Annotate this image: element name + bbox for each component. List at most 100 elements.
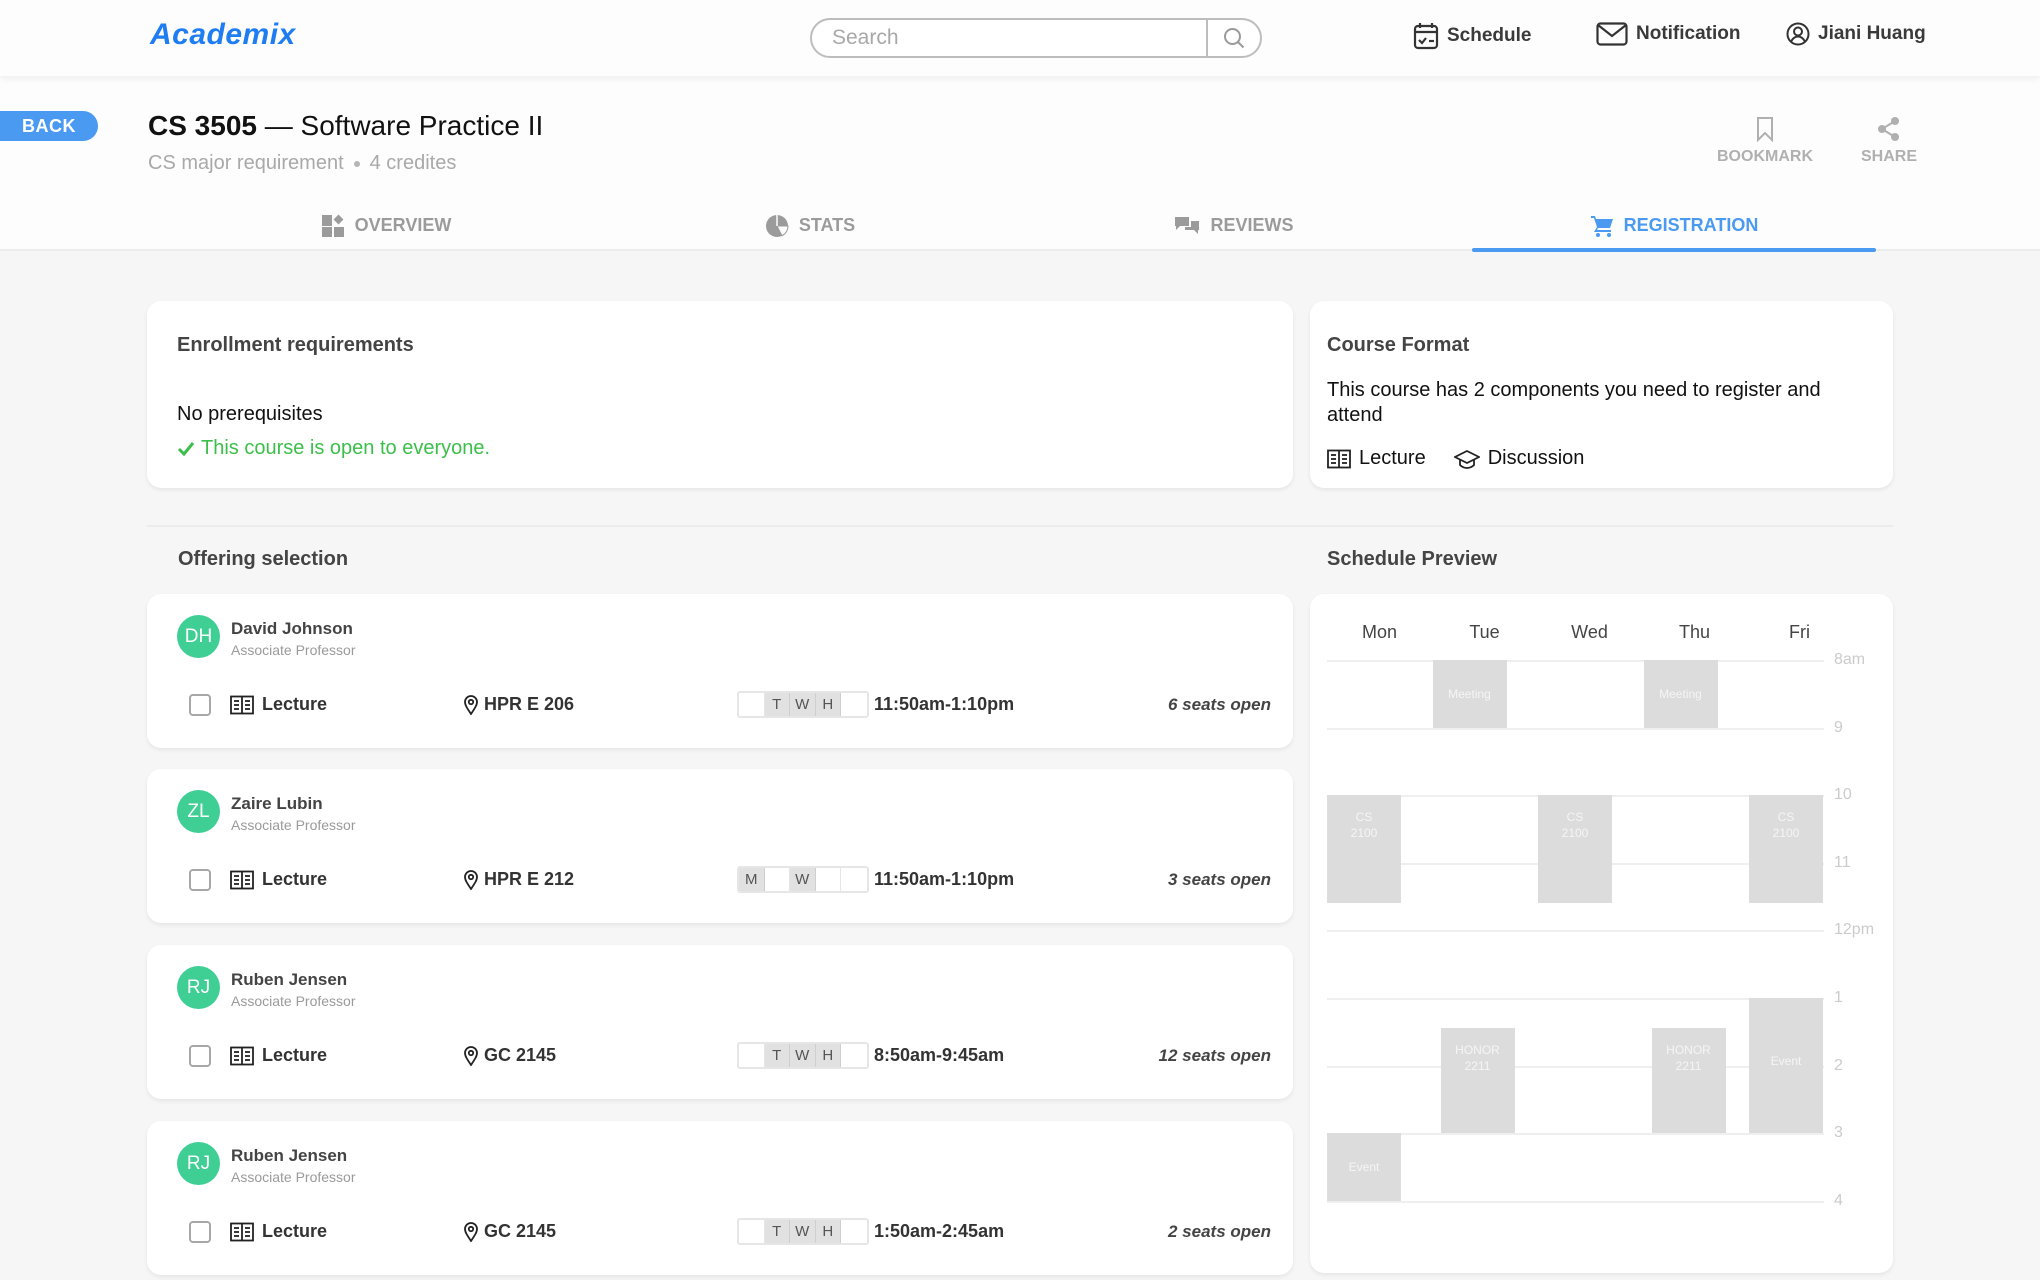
title-separator: — (256, 110, 301, 141)
offering-time: 1:50am-2:45am (874, 1221, 1005, 1241)
schedule-hour-label: 4 (1834, 1191, 1843, 1209)
envelope-icon (1596, 22, 1628, 46)
graduation-cap-icon (1453, 449, 1480, 469)
offering-type: Lecture (230, 869, 327, 890)
instructor-name[interactable]: Ruben Jensen (231, 970, 347, 990)
offering-type: Lecture (230, 1045, 327, 1066)
offering-type-label: Lecture (262, 1045, 328, 1065)
day-letter: H (822, 1047, 834, 1064)
day-cell-t: T (764, 693, 790, 716)
search-button[interactable] (1206, 20, 1260, 56)
component-lecture-label: Lecture (1359, 447, 1426, 469)
open-book-icon (230, 695, 254, 714)
schedule-day-header: Mon (1361, 622, 1397, 642)
course-meta: CS major requirement 4 credites (148, 152, 456, 175)
tab-overview-label: OVERVIEW (354, 215, 452, 235)
schedule-event-block[interactable]: Event (1749, 998, 1823, 1134)
map-pin-icon (464, 869, 478, 890)
tab-reviews[interactable]: REVIEWS (1084, 200, 1384, 251)
instructor-role: Associate Professor (231, 1169, 356, 1185)
tab-stats[interactable]: STATS (660, 200, 960, 251)
day-letter: W (795, 871, 810, 888)
schedule-hour-label: 1 (1834, 989, 1843, 1006)
instructor-avatar: DH (177, 615, 220, 658)
schedule-hour-label: 3 (1834, 1124, 1843, 1142)
tab-registration[interactable]: REGISTRATION (1472, 200, 1876, 252)
search-input[interactable] (812, 20, 1206, 56)
instructor-name[interactable]: Zaire Lubin (231, 794, 323, 814)
schedule-event-block[interactable]: Meeting (1432, 660, 1507, 728)
map-pin-icon (464, 1221, 478, 1242)
open-book-icon (1327, 449, 1351, 468)
day-cell-m: M (739, 868, 765, 891)
pie-chart-icon (765, 214, 789, 237)
instructor-name[interactable]: David Johnson (231, 619, 353, 639)
nav-schedule-label: Schedule (1447, 25, 1532, 46)
day-cell-w: W (790, 1220, 816, 1243)
day-cell-w: W (790, 693, 816, 716)
share-button[interactable]: SHARE (1861, 116, 1917, 166)
seats-open: 12 seats open (1158, 1046, 1271, 1065)
schedule-event-block[interactable]: HONOR 2211 (1651, 1028, 1726, 1134)
course-tabs: OVERVIEW STATS REVIEWS REGISTRATION (0, 200, 2040, 252)
cart-icon (1590, 215, 1613, 237)
schedule-hour-label: 11 (1834, 853, 1851, 871)
offering-row: Lecture HPR E 212 M W 11:50am-1:10pm 3 seats … (147, 865, 1293, 895)
offering-type: Lecture (230, 1221, 327, 1242)
offering-checkbox[interactable] (189, 1221, 211, 1243)
offering-type: Lecture (230, 694, 327, 715)
day-letter: H (822, 696, 834, 713)
nav-user-profile[interactable]: Jiani Huang (1786, 22, 1926, 46)
offering-location-label: GC 2145 (484, 1045, 557, 1065)
offering-checkbox[interactable] (189, 694, 211, 716)
schedule-event-block[interactable]: CS 2100 (1538, 795, 1612, 904)
search-icon (1224, 28, 1245, 49)
nav-notification[interactable]: Notification (1596, 22, 1741, 46)
app-logo[interactable]: Academix (150, 18, 296, 52)
component-discussion-label: Discussion (1487, 447, 1585, 469)
schedule-hour-label: 8am (1834, 651, 1866, 668)
meta-separator-dot (353, 160, 360, 167)
back-button[interactable]: BACK (0, 111, 98, 141)
day-cell-t: T (764, 1044, 790, 1067)
course-header: BACK CS 3505 — Software Practice II CS m… (0, 76, 2040, 252)
offering-checkbox[interactable] (189, 869, 211, 891)
schedule-day-header: Thu (1678, 622, 1711, 642)
offering-selection-title: Offering selection (178, 548, 349, 570)
dashboard-icon (321, 214, 344, 237)
tab-overview[interactable]: OVERVIEW (236, 200, 536, 251)
bookmark-button[interactable]: BOOKMARK (1717, 116, 1813, 166)
schedule-day-header: Wed (1571, 622, 1608, 642)
schedule-event-block[interactable]: CS 2100 (1327, 795, 1401, 904)
day-cell-h: H (815, 1220, 841, 1243)
nav-schedule[interactable]: Schedule (1413, 22, 1531, 50)
day-cell-h: H (815, 693, 841, 716)
instructor-avatar: RJ (177, 1142, 220, 1185)
course-code: CS 3505 (148, 110, 257, 141)
course-format-description: This course has 2 components you need to… (1327, 379, 1821, 426)
offering-type-label: Lecture (262, 1221, 328, 1241)
instructor-name[interactable]: Ruben Jensen (231, 1146, 347, 1166)
instructor-role: Associate Professor (231, 817, 356, 833)
map-pin-icon (464, 694, 478, 715)
offering-card: ZL Zaire Lubin Associate Professor Lecture H… (147, 769, 1293, 923)
schedule-event-block[interactable]: Event (1327, 1133, 1401, 1201)
day-cell-w: W (790, 868, 816, 891)
offering-card: DH David Johnson Associate Professor Lectur… (147, 594, 1293, 748)
calendar-check-icon (1413, 23, 1439, 50)
day-cell-m (739, 693, 765, 716)
course-format-card: Course Format This course has 2 componen… (1310, 301, 1893, 488)
course-format-title: Course Format (1327, 334, 1470, 356)
offering-checkbox[interactable] (189, 1045, 211, 1067)
offering-row: Lecture GC 2145 T W H 1:50am-2:45am 2 seats op… (147, 1217, 1293, 1247)
day-letter: T (772, 1223, 782, 1240)
instructor-role: Associate Professor (231, 993, 356, 1009)
open-book-icon (230, 870, 254, 889)
schedule-event-block[interactable]: HONOR 2211 (1440, 1028, 1515, 1134)
schedule-preview-title: Schedule Preview (1327, 548, 1498, 570)
schedule-event-block[interactable]: CS 2100 (1749, 795, 1823, 904)
nav-notification-label: Notification (1636, 23, 1741, 44)
share-icon (1878, 117, 1899, 141)
day-letter: M (745, 871, 758, 888)
schedule-event-block[interactable]: Meeting (1643, 660, 1718, 728)
